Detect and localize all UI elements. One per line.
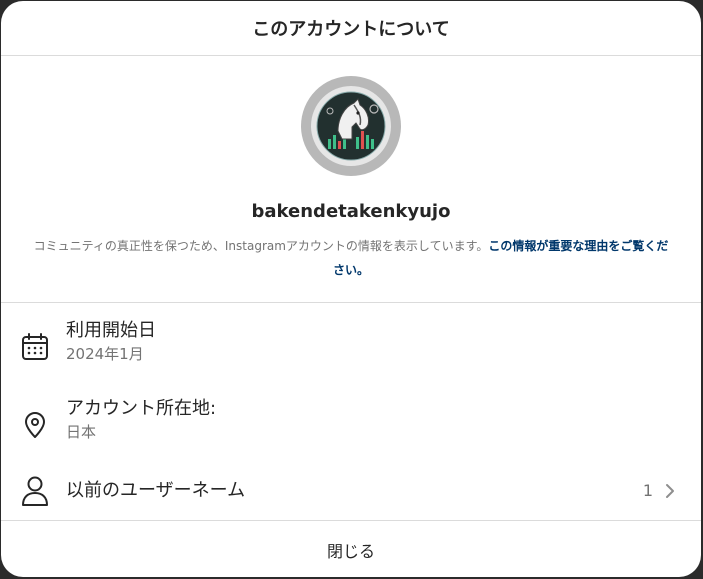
dialog-footer: 閉じる [1, 520, 701, 577]
former-usernames-label: 以前のユーザーネーム [66, 480, 246, 501]
account-location-row: アカウント所在地: 日本 [1, 397, 701, 453]
avatar-container [1, 76, 701, 176]
date-joined-value: 2024年1月 [66, 345, 144, 363]
calendar-icon [19, 331, 51, 363]
close-button[interactable]: 閉じる [321, 537, 381, 563]
dialog-title: このアカウントについて [252, 19, 450, 40]
former-usernames-count: 1 [642, 481, 653, 500]
location-text: アカウント所在地: 日本 [66, 397, 216, 443]
location-pin-icon [19, 409, 51, 441]
person-icon [19, 475, 51, 507]
profile-picture [311, 86, 391, 166]
location-value: 日本 [66, 423, 97, 441]
former-usernames-row[interactable]: 以前のユーザーネーム 1 [1, 471, 701, 511]
date-joined-row: 利用開始日 2024年1月 [1, 319, 701, 375]
about-account-dialog: このアカウントについて bakendetakenkyujo コミュニティの真正性… [1, 1, 701, 577]
date-joined-text: 利用開始日 2024年1月 [66, 319, 156, 365]
description-text: コミュニティの真正性を保つため、Instagramアカウントの情報を表示していま… [33, 239, 489, 253]
account-username: bakendetakenkyujo [251, 201, 451, 222]
avatar [301, 76, 401, 176]
chevron-right-icon [663, 484, 677, 498]
dialog-header: このアカウントについて [1, 1, 701, 56]
date-joined-label: 利用開始日 [66, 320, 156, 341]
info-description: コミュニティの真正性を保つため、Instagramアカウントの情報を表示していま… [31, 234, 671, 282]
location-label: アカウント所在地: [66, 398, 217, 419]
section-divider [1, 302, 701, 303]
former-usernames-text: 以前のユーザーネーム [66, 479, 245, 503]
